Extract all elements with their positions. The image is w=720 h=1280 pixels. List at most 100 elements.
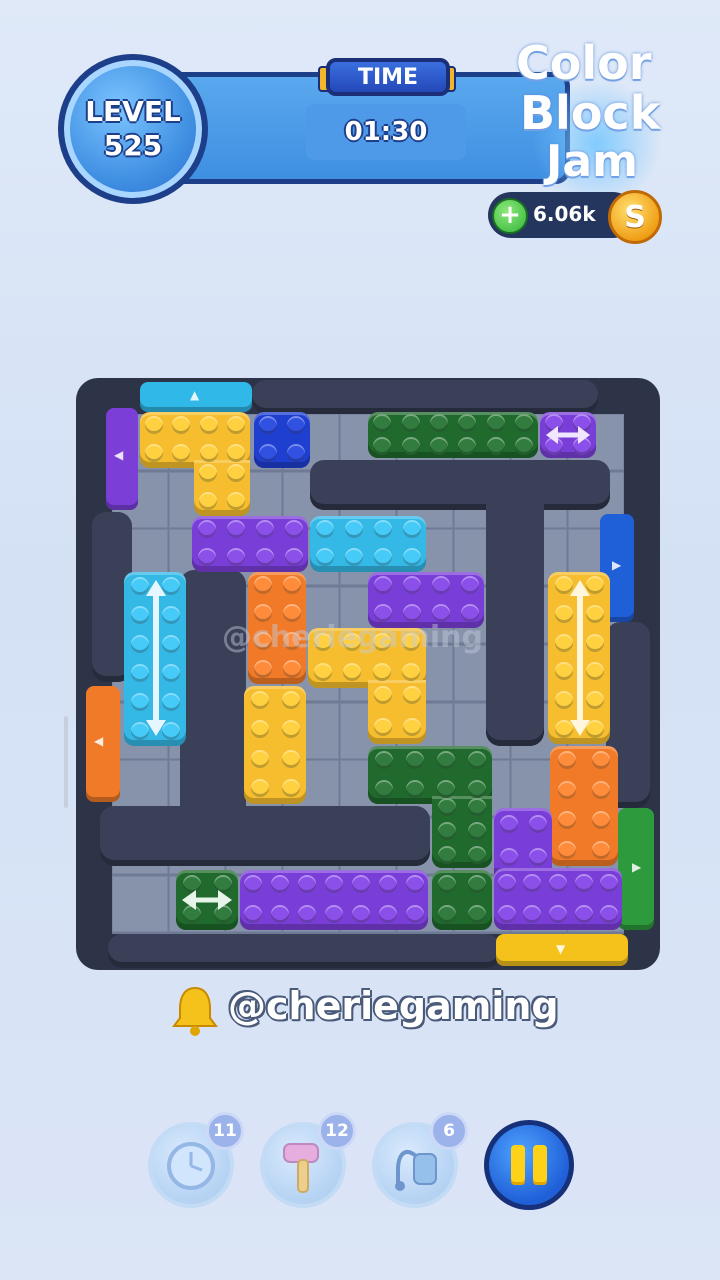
block-stud	[468, 798, 486, 816]
block-stud	[282, 576, 301, 594]
wall-horizontal-upper	[310, 460, 610, 510]
block-stud	[499, 847, 518, 866]
block-stud	[255, 520, 274, 538]
block-stud	[431, 576, 450, 594]
logo-line-color: Color	[516, 36, 652, 90]
block-stud	[585, 691, 604, 709]
block-stud	[497, 873, 516, 892]
block-stud	[250, 690, 269, 709]
exit-gate-yellow-bottom: ▼	[496, 934, 628, 966]
block-stud	[284, 548, 303, 566]
block-stud	[436, 779, 455, 798]
block-stud	[373, 548, 392, 566]
block-stud	[468, 875, 486, 893]
block-stud	[458, 413, 477, 432]
block-stud	[227, 464, 245, 482]
block-stud	[592, 811, 610, 829]
block-stud	[250, 749, 269, 768]
booster-hammer-count: 12	[318, 1112, 356, 1150]
block-stud	[130, 605, 149, 624]
wall-bottom	[108, 934, 500, 968]
block-stud	[401, 413, 420, 432]
block-stud	[402, 686, 421, 704]
block-stud	[600, 904, 619, 923]
block-stud	[281, 779, 300, 798]
block-stud	[402, 718, 421, 736]
block-stud	[514, 436, 533, 455]
grid-cell	[112, 875, 168, 932]
logo-line-jam: Jam	[546, 136, 638, 187]
block-stud	[287, 416, 305, 434]
coin-icon: S	[608, 190, 662, 244]
block-stud	[197, 520, 216, 538]
block-stud	[313, 663, 332, 681]
bell-icon	[172, 986, 218, 1036]
block-stud	[144, 416, 163, 434]
coin-balance: 6.06k	[533, 202, 596, 226]
block-stud	[130, 721, 149, 740]
block-stud	[161, 605, 180, 624]
block-stud	[600, 873, 619, 892]
block-stud	[351, 905, 370, 923]
block-stud	[573, 413, 591, 432]
block-stud	[373, 520, 392, 538]
wall-horizontal-lower	[100, 806, 430, 866]
booster-freeze-count: 11	[206, 1112, 244, 1150]
block-stud	[514, 413, 533, 432]
block-stud	[255, 548, 274, 566]
time-remaining: 01:30	[306, 104, 466, 160]
pause-bar-left	[511, 1145, 525, 1185]
block-stud	[528, 814, 547, 833]
block-stud	[554, 633, 573, 652]
wall-vertical-right	[486, 470, 544, 746]
block-stud	[259, 416, 277, 434]
block-stud	[182, 875, 201, 893]
block-stud	[405, 750, 424, 769]
block-stud	[259, 444, 277, 462]
block-stud	[573, 436, 591, 455]
add-coins-button[interactable]: +	[492, 198, 528, 234]
block-stud	[460, 576, 479, 594]
block-stud	[197, 548, 216, 566]
block-yellow-vertical[interactable]	[548, 572, 610, 744]
level-badge: LEVEL 525	[58, 54, 208, 204]
block-stud	[374, 750, 393, 769]
exit-gate-purple-left: ◀	[106, 408, 138, 510]
block-stud	[402, 548, 421, 566]
block-stud	[250, 779, 269, 798]
block-stud	[373, 718, 392, 736]
block-stud	[574, 904, 593, 923]
block-cyan-vertical[interactable]	[124, 572, 186, 746]
block-stud	[468, 905, 486, 923]
exit-gate-cyan-top: ▲	[140, 382, 252, 412]
block-stud	[199, 416, 218, 434]
block-stud	[468, 846, 486, 864]
block-stud	[213, 905, 232, 923]
block-green-long-top[interactable]	[368, 412, 538, 458]
block-stud	[130, 663, 149, 682]
block-stud	[554, 691, 573, 709]
block-stud	[325, 875, 343, 893]
block-stud	[523, 904, 542, 923]
block-stud	[373, 576, 392, 594]
block-stud	[281, 690, 300, 709]
block-stud	[373, 686, 392, 704]
exit-gate-green-right: ▶	[618, 808, 654, 930]
block-stud	[528, 847, 547, 866]
block-stud	[405, 905, 424, 923]
block-stud	[378, 875, 397, 893]
block-stud	[554, 719, 573, 738]
block-stud	[549, 873, 567, 892]
pause-button[interactable]	[484, 1120, 574, 1210]
block-stud	[372, 663, 391, 681]
booster-vacuum-count: 6	[430, 1112, 468, 1150]
block-stud	[226, 548, 245, 566]
block-stud	[458, 436, 477, 455]
block-stud	[558, 781, 576, 799]
block-stud	[438, 798, 456, 816]
board-watermark: @cheriegaming	[222, 620, 484, 655]
block-stud	[574, 873, 593, 892]
block-stud	[325, 905, 343, 923]
block-stud	[545, 413, 563, 432]
block-stud	[182, 905, 201, 923]
